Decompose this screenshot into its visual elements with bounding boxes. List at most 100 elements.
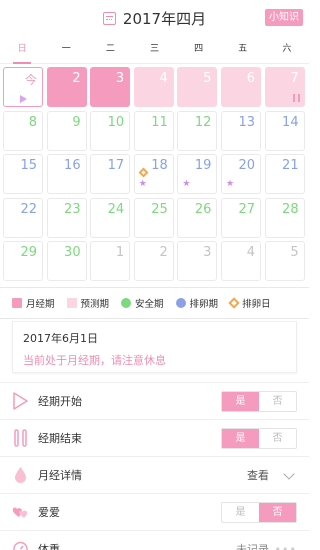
- play-icon: [13, 392, 28, 410]
- view-link[interactable]: 查看: [247, 467, 269, 483]
- calendar-day[interactable]: 1: [90, 241, 131, 282]
- calendar-day[interactable]: 3: [177, 241, 218, 282]
- calendar-day[interactable]: 3: [90, 67, 131, 107]
- legend-predict: 预测期: [66, 296, 110, 310]
- love-toggle[interactable]: 是 否: [221, 502, 297, 523]
- legend-label: 月经期: [26, 299, 55, 310]
- calendar-day[interactable]: 13: [221, 110, 261, 151]
- calendar-day[interactable]: 22: [3, 197, 43, 238]
- calendar-day[interactable]: 2: [133, 241, 174, 282]
- record-list: 经期开始 是 否 经期结束 是 否 月经详情 查看 爱爱 是 否 体重 未记录 …: [0, 382, 309, 550]
- row-period-detail[interactable]: 月经详情 查看: [0, 456, 309, 493]
- calendar-day[interactable]: 6: [221, 67, 261, 107]
- day-number: 21: [282, 158, 299, 174]
- knowledge-button[interactable]: 小知识: [265, 9, 303, 26]
- love-star-icon: ★: [138, 179, 147, 190]
- drop-icon: [15, 467, 26, 483]
- weekday-header: 日 一 二 三 四 五 六: [0, 36, 309, 64]
- love-star-icon: ★: [182, 179, 191, 190]
- calendar-day[interactable]: 23: [46, 197, 87, 238]
- ovulation-dot: [175, 298, 186, 308]
- calendar-day[interactable]: 14: [264, 110, 305, 151]
- day-number: 18: [151, 158, 168, 174]
- calendar-day[interactable]: 21: [264, 154, 305, 195]
- calendar-day[interactable]: 2: [46, 67, 87, 107]
- yes-option[interactable]: 是: [222, 503, 259, 522]
- weekday-mon: 一: [61, 44, 71, 54]
- scale-icon: [13, 541, 28, 550]
- row-label: 爱爱: [38, 506, 60, 519]
- day-number: 14: [282, 114, 299, 130]
- info-message: 当前处于月经期，请注意休息: [23, 354, 166, 367]
- calendar-day[interactable]: 19 ★: [177, 154, 218, 195]
- weekday-wed: 三: [149, 44, 159, 54]
- page-title[interactable]: 2017年四月: [123, 8, 206, 29]
- no-option[interactable]: 否: [259, 429, 296, 448]
- safe-dot: [121, 298, 132, 308]
- row-label: 经期结束: [38, 432, 82, 445]
- weekday-sat: 六: [282, 44, 292, 54]
- weekday-fri: 五: [238, 44, 248, 54]
- calendar-day[interactable]: 17: [90, 154, 131, 195]
- yes-option[interactable]: 是: [222, 429, 259, 448]
- calendar-day[interactable]: 10: [90, 110, 131, 151]
- day-number: 5: [290, 245, 299, 261]
- calendar-day[interactable]: 11: [133, 110, 174, 151]
- calendar-day[interactable]: 15: [3, 154, 43, 195]
- legend-ovulation-day: 排卵日: [228, 296, 271, 310]
- calendar-day[interactable]: 9: [46, 110, 87, 151]
- day-number: 13: [238, 114, 255, 130]
- calendar-day[interactable]: 16: [46, 154, 87, 195]
- calendar-day[interactable]: 12: [177, 110, 218, 151]
- calendar-day[interactable]: 28: [264, 197, 305, 238]
- day-number: 12: [194, 114, 212, 130]
- day-number: 今: [24, 73, 37, 87]
- day-number: 24: [107, 201, 125, 217]
- period-end-toggle[interactable]: 是 否: [221, 428, 297, 449]
- more-icon[interactable]: •••: [275, 543, 297, 550]
- calendar-day[interactable]: 今: [3, 67, 43, 107]
- weight-value[interactable]: 未记录: [236, 541, 269, 550]
- calendar-day[interactable]: 4: [133, 67, 174, 107]
- calendar-day[interactable]: 5: [177, 67, 218, 107]
- calendar-day[interactable]: 8: [3, 110, 43, 151]
- legend-label: 排卵期: [189, 299, 219, 310]
- legend-label: 预测期: [80, 299, 110, 310]
- day-number: 25: [151, 201, 168, 217]
- period-start-marker-icon: [20, 95, 27, 103]
- love-star-icon: ★: [226, 179, 235, 190]
- calendar-day[interactable]: 27: [221, 197, 261, 238]
- period-end-marker-icon: [292, 94, 300, 102]
- day-number: 9: [72, 114, 81, 130]
- calendar-day[interactable]: 4: [221, 241, 261, 282]
- calendar-day[interactable]: 29: [3, 241, 43, 282]
- day-number: 27: [238, 201, 255, 217]
- row-period-start: 经期开始 是 否: [0, 382, 309, 419]
- calendar-day[interactable]: 5: [264, 241, 305, 282]
- calendar-day[interactable]: 24: [90, 197, 131, 238]
- row-label: 体重: [38, 543, 60, 550]
- ovulation-day-icon: [228, 297, 240, 309]
- day-number: 4: [246, 245, 255, 261]
- yes-option[interactable]: 是: [222, 392, 259, 411]
- calendar-day[interactable]: 25: [133, 197, 174, 238]
- day-number: 6: [246, 71, 255, 86]
- calendar-day[interactable]: 18 ★: [133, 154, 174, 195]
- calendar-day[interactable]: 30: [46, 241, 87, 282]
- day-number: 3: [203, 245, 212, 261]
- row-weight[interactable]: 体重 未记录 •••: [0, 530, 309, 550]
- calendar-icon: [102, 11, 116, 25]
- day-number: 30: [64, 245, 81, 261]
- period-start-toggle[interactable]: 是 否: [221, 391, 297, 412]
- calendar-day[interactable]: 20 ★: [221, 154, 261, 195]
- day-number: 17: [107, 158, 125, 174]
- day-number: 22: [20, 201, 37, 217]
- no-option[interactable]: 否: [259, 392, 296, 411]
- day-number: 26: [194, 201, 212, 217]
- calendar-day[interactable]: 26: [177, 197, 218, 238]
- chevron-down-icon[interactable]: [283, 468, 295, 480]
- calendar-day[interactable]: 7: [264, 67, 305, 107]
- row-period-end: 经期结束 是 否: [0, 419, 309, 456]
- day-number: 10: [107, 114, 125, 130]
- no-option[interactable]: 否: [259, 503, 296, 522]
